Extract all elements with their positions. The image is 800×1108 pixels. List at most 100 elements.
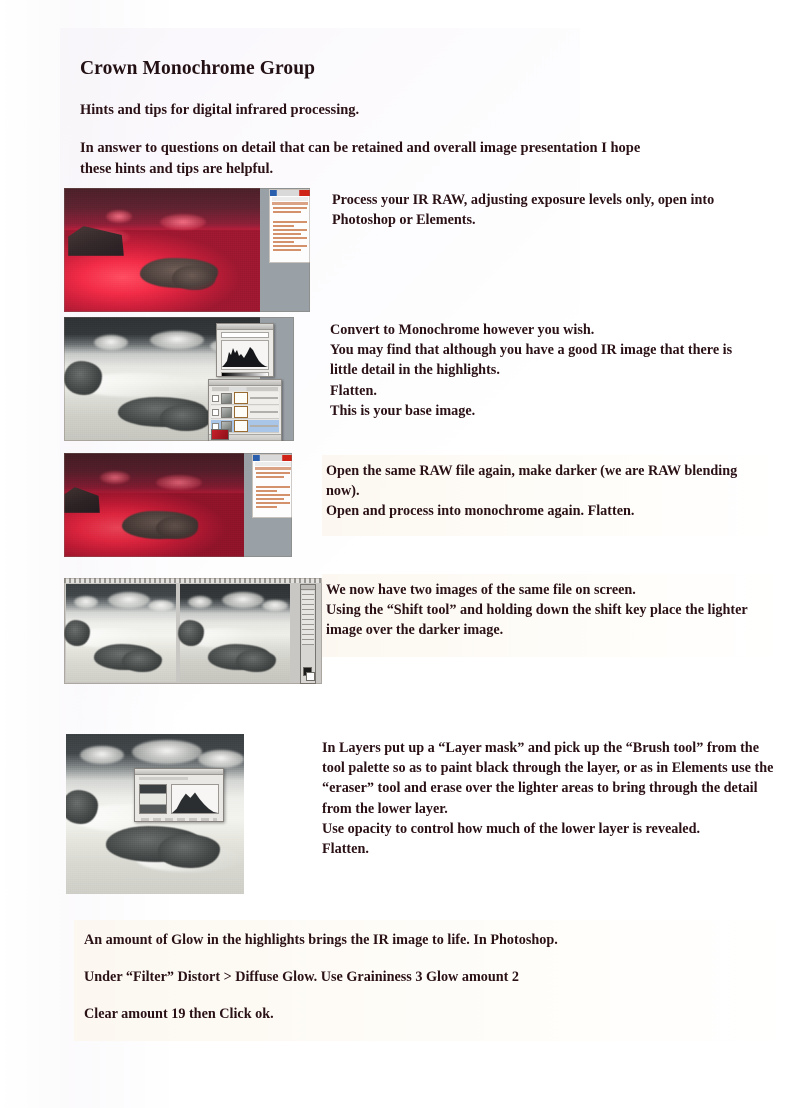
mono-cloud [80, 746, 124, 764]
layer-thumbnail [221, 392, 232, 404]
raw-panel-titlebar [270, 190, 310, 196]
intro-paragraph: In answer to questions on detail that ca… [80, 140, 641, 177]
levels-histogram-dialog [216, 323, 274, 377]
footer-line-1: An amount of Glow in the highlights brin… [84, 932, 558, 948]
screenshot-step-5 [66, 734, 244, 894]
color-swatch[interactable] [211, 429, 229, 440]
mono-rock [64, 620, 90, 646]
footer-line-2: Under “Filter” Distort > Diffuse Glow. U… [84, 969, 520, 986]
histogram-curve [222, 347, 268, 367]
raw-converter-panel [252, 454, 292, 518]
layer-mask-thumbnail [234, 420, 248, 432]
raw-panel-slider [256, 502, 290, 504]
tool-buttons-grid[interactable] [302, 591, 314, 645]
footer-block: An amount of Glow in the highlights brin… [74, 920, 794, 1041]
raw-panel-slider [256, 486, 290, 488]
ir-cloud [106, 210, 132, 223]
mono-cloud [132, 740, 202, 764]
raw-panel-toolbar [272, 197, 308, 201]
layer-name [250, 425, 278, 427]
raw-panel-tab [272, 202, 308, 205]
raw-panel-slider [256, 476, 284, 478]
dialog-label-row [139, 777, 189, 780]
dialog-titlebar [135, 769, 223, 775]
dialog-titlebar [217, 324, 273, 330]
histogram-graph [221, 340, 269, 370]
layer-mask-thumbnail [234, 392, 248, 404]
raw-panel-slider [256, 472, 290, 474]
raw-panel-slider [273, 249, 301, 251]
channel-select [221, 332, 269, 338]
mono-cloud [94, 335, 128, 350]
page-title: Crown Monochrome Group [80, 58, 316, 79]
raw-panel-slider [273, 241, 294, 243]
layer-row[interactable] [211, 392, 279, 405]
mono-cloud [188, 596, 212, 608]
raw-panel-slider [256, 498, 284, 500]
step-1-text: Process your IR RAW, adjusting exposure … [332, 192, 715, 229]
mono-cloud [222, 592, 264, 608]
layers-palette [208, 379, 282, 441]
layer-row[interactable] [211, 406, 279, 419]
raw-panel-titlebar [253, 455, 292, 461]
background-color-swatch[interactable] [306, 672, 315, 681]
mono-cloud [198, 750, 244, 768]
mono-cloud [262, 600, 288, 611]
monochrome-photo-left [64, 584, 176, 682]
preview-thumbnail [139, 784, 167, 814]
app-menubar [64, 578, 322, 583]
raw-panel-slider [273, 221, 307, 223]
raw-converter-panel [269, 189, 310, 263]
step-4-text: We now have two images of the same file … [322, 574, 786, 657]
layer-mask-thumbnail [234, 406, 248, 418]
raw-panel-slider [273, 233, 301, 235]
footer-line-3: Clear amount 19 then Click ok. [84, 1006, 274, 1023]
eye-icon[interactable] [212, 394, 219, 402]
monochrome-photo-right [178, 584, 290, 682]
eye-icon[interactable] [212, 408, 219, 416]
step-3-text: Open the same RAW file again, make darke… [322, 455, 780, 536]
mono-rock [64, 361, 102, 395]
ir-cloud [160, 214, 206, 230]
tool-palette-strip[interactable] [300, 584, 316, 684]
raw-panel-slider [273, 245, 307, 247]
screenshot-step-3 [64, 453, 292, 557]
raw-panel-slider [273, 225, 294, 227]
raw-panel-slider [273, 229, 307, 231]
ir-sky [64, 453, 244, 493]
layer-mask-dialog[interactable] [134, 768, 224, 822]
mono-cloud [148, 600, 174, 611]
ir-raw-photo [64, 188, 260, 312]
mono-rock [160, 405, 212, 431]
raw-panel-slider [273, 207, 307, 209]
histogram-curve [172, 792, 218, 813]
mono-cloud [150, 331, 204, 349]
mono-cloud [74, 596, 98, 608]
levels-gradient-ramp [221, 372, 269, 376]
curve-preview [171, 784, 219, 814]
raw-panel-slider [256, 506, 277, 508]
ir-rock-shape [156, 517, 198, 539]
raw-panel-slider [256, 490, 277, 492]
palette-titlebar [209, 380, 281, 386]
screenshot-step-2 [64, 317, 294, 441]
document-body: Crown Monochrome Group Hints and tips fo… [0, 0, 800, 1108]
layer-thumbnail [221, 406, 232, 418]
mono-rock [122, 650, 162, 672]
raw-panel-tab [255, 467, 291, 470]
step-2-text: Convert to Monochrome however you wish. … [330, 322, 733, 419]
tool-palette-titlebar [301, 585, 315, 590]
mono-rock [158, 834, 220, 868]
raw-panel-slider [273, 211, 301, 213]
layer-name [250, 397, 278, 399]
page-subtitle: Hints and tips for digital infrared proc… [80, 102, 360, 118]
ir-cloud [100, 471, 130, 484]
raw-panel-toolbar [255, 462, 291, 466]
mono-rock [178, 620, 204, 646]
screenshot-step-1 [64, 188, 310, 312]
dialog-buttons[interactable] [141, 818, 217, 821]
mono-rock [236, 650, 276, 672]
ir-rock-shape [172, 266, 216, 290]
raw-panel-slider [273, 237, 307, 239]
palette-tabs [212, 387, 278, 391]
